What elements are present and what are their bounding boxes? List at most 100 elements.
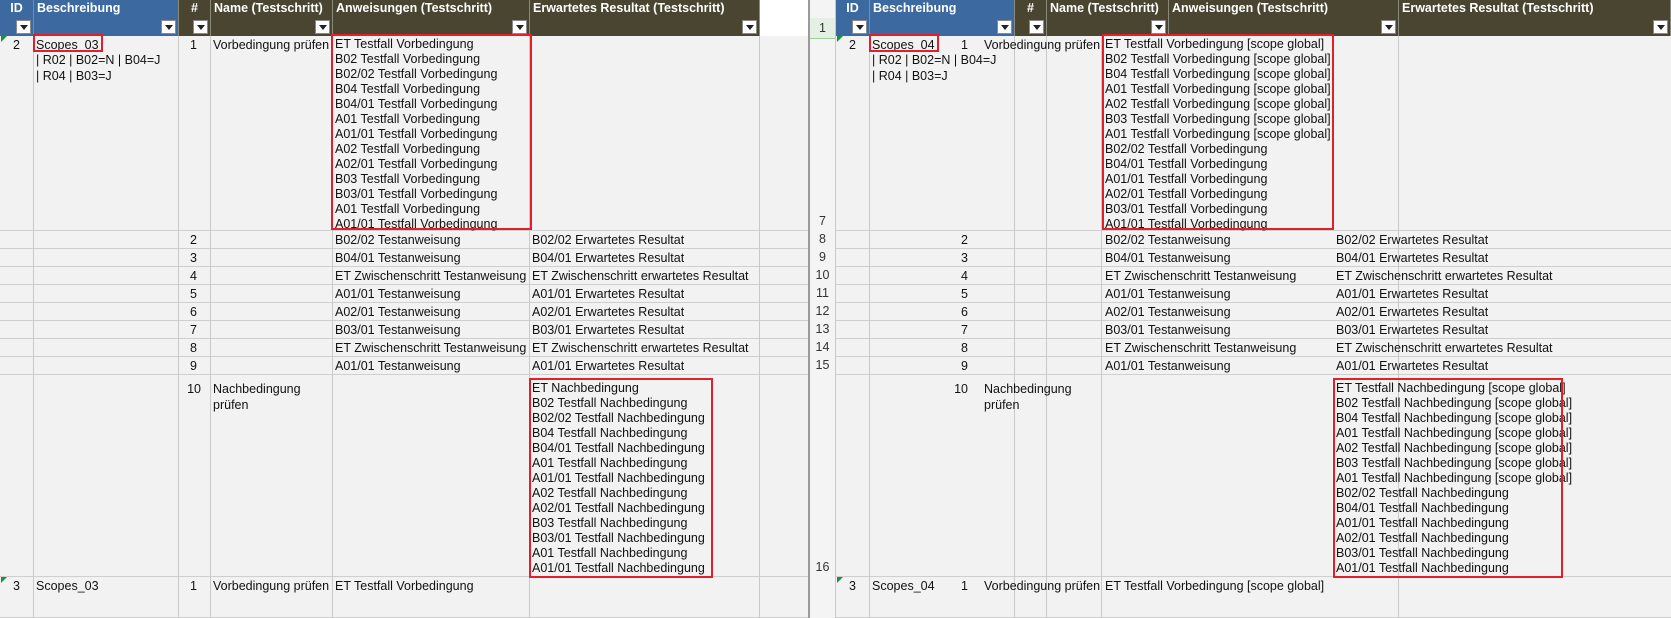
cell-expected-result[interactable]: ET Zwischenschritt erwartetes Resultat bbox=[1336, 268, 1553, 284]
cell-step-number[interactable]: 2 bbox=[179, 232, 197, 248]
cell-expected-result[interactable]: A01/01 Erwartetes Resultat bbox=[1336, 358, 1488, 374]
filter-dropdown-icon[interactable] bbox=[1029, 20, 1044, 34]
cell-instruction[interactable]: A01/01 Testanweisung bbox=[1105, 358, 1231, 374]
cell-step-number[interactable]: 8 bbox=[179, 340, 197, 356]
left-sheet-pane[interactable]: ID Beschreibung # Name (Testschritt) Anw… bbox=[0, 0, 808, 618]
cell-step-name[interactable]: Vorbedingung prüfen bbox=[213, 578, 329, 594]
cell-step-name[interactable]: Vorbedingung prüfen bbox=[984, 37, 1100, 53]
cell-step-number[interactable]: 6 bbox=[948, 304, 968, 320]
cell-expected-result[interactable]: A02/01 Erwartetes Resultat bbox=[1336, 304, 1488, 320]
cell-step-number[interactable]: 3 bbox=[948, 250, 968, 266]
row-number[interactable]: 14 bbox=[810, 340, 835, 354]
row-number[interactable]: 7 bbox=[810, 214, 835, 228]
cell-expected-result[interactable]: B04/01 Erwartetes Resultat bbox=[532, 250, 684, 266]
cell-instruction[interactable]: ET Zwischenschritt Testanweisung bbox=[335, 268, 526, 284]
cell-instruction[interactable]: ET Zwischenschritt Testanweisung bbox=[1105, 340, 1296, 356]
cell-step-number[interactable]: 8 bbox=[948, 340, 968, 356]
cell-step-number[interactable]: 5 bbox=[948, 286, 968, 302]
row-number[interactable]: 9 bbox=[810, 250, 835, 264]
cell-scope-name[interactable]: Scopes_04 bbox=[872, 578, 935, 594]
row-number[interactable]: 10 bbox=[810, 268, 835, 282]
filter-dropdown-icon[interactable] bbox=[16, 20, 31, 34]
filter-dropdown-icon[interactable] bbox=[852, 20, 867, 34]
cell-postconditions[interactable]: ET Testfall Nachbedingung [scope global]… bbox=[1336, 381, 1572, 576]
cell-instruction[interactable]: ET Testfall Vorbedingung bbox=[335, 578, 474, 594]
cell-step-number[interactable]: 5 bbox=[179, 286, 197, 302]
cell-instruction[interactable]: B03/01 Testanweisung bbox=[335, 322, 461, 338]
row-number[interactable]: 8 bbox=[810, 232, 835, 246]
filter-dropdown-icon[interactable] bbox=[193, 20, 208, 34]
filter-dropdown-icon[interactable] bbox=[1381, 20, 1396, 34]
cell-preconditions[interactable]: ET Testfall Vorbedingung B02 Testfall Vo… bbox=[335, 37, 497, 232]
cell-step-number[interactable]: 4 bbox=[948, 268, 968, 284]
filter-dropdown-icon[interactable] bbox=[161, 20, 176, 34]
cell-expected-result[interactable]: B03/01 Erwartetes Resultat bbox=[1336, 322, 1488, 338]
cell-instruction[interactable]: ET Zwischenschritt Testanweisung bbox=[1105, 268, 1296, 284]
cell-step-name[interactable]: Nachbedingung prüfen bbox=[213, 381, 301, 413]
cell-instruction[interactable]: ET Zwischenschritt Testanweisung bbox=[335, 340, 526, 356]
cell-id[interactable]: 2 bbox=[0, 37, 20, 53]
cell-expected-result[interactable]: ET Zwischenschritt erwartetes Resultat bbox=[532, 340, 749, 356]
cell-id[interactable]: 3 bbox=[836, 578, 856, 594]
cell-scope-name[interactable]: Scopes_03 bbox=[36, 578, 99, 594]
cell-description[interactable]: | R02 | B02=N | B04=J | R04 | B03=J bbox=[36, 52, 160, 84]
cell-instruction[interactable]: B02/02 Testanweisung bbox=[1105, 232, 1231, 248]
cell-expected-result[interactable]: ET Zwischenschritt erwartetes Resultat bbox=[1336, 340, 1553, 356]
right-sheet-pane[interactable]: ID Beschreibung # Name (Testschritt) Anw… bbox=[836, 0, 1671, 618]
cell-instruction[interactable]: B03/01 Testanweisung bbox=[1105, 322, 1231, 338]
cell-expected-result[interactable]: A01/01 Erwartetes Resultat bbox=[532, 358, 684, 374]
cell-expected-result[interactable]: B03/01 Erwartetes Resultat bbox=[532, 322, 684, 338]
cell-step-number[interactable]: 1 bbox=[948, 37, 968, 53]
row-number[interactable]: 15 bbox=[810, 358, 835, 372]
filter-dropdown-icon[interactable] bbox=[1653, 20, 1668, 34]
filter-dropdown-icon[interactable] bbox=[742, 20, 757, 34]
cell-step-number[interactable]: 2 bbox=[948, 232, 968, 248]
cell-step-number[interactable]: 7 bbox=[179, 322, 197, 338]
cell-postconditions[interactable]: ET Nachbedingung B02 Testfall Nachbeding… bbox=[532, 381, 705, 576]
filter-dropdown-icon[interactable] bbox=[512, 20, 527, 34]
cell-instruction[interactable]: A01/01 Testanweisung bbox=[335, 286, 461, 302]
cell-step-number[interactable]: 10 bbox=[179, 381, 201, 397]
cell-step-name[interactable]: Vorbedingung prüfen bbox=[984, 578, 1100, 594]
filter-dropdown-icon[interactable] bbox=[1151, 20, 1166, 34]
cell-description[interactable]: | R02 | B02=N | B04=J | R04 | B03=J bbox=[872, 52, 996, 84]
cell-expected-result[interactable]: B02/02 Erwartetes Resultat bbox=[532, 232, 684, 248]
cell-expected-result[interactable]: B04/01 Erwartetes Resultat bbox=[1336, 250, 1488, 266]
cell-scope-name[interactable]: Scopes_04 bbox=[872, 37, 935, 53]
cell-step-number[interactable]: 7 bbox=[948, 322, 968, 338]
cell-instruction[interactable]: B04/01 Testanweisung bbox=[1105, 250, 1231, 266]
filter-dropdown-icon[interactable] bbox=[997, 20, 1012, 34]
cell-instruction[interactable]: A02/01 Testanweisung bbox=[1105, 304, 1231, 320]
cell-scope-name[interactable]: Scopes_03 bbox=[36, 37, 99, 53]
cell-step-number[interactable]: 4 bbox=[179, 268, 197, 284]
cell-id[interactable]: 2 bbox=[836, 37, 856, 53]
cell-step-number[interactable]: 1 bbox=[179, 37, 197, 53]
row-number[interactable]: 11 bbox=[810, 286, 835, 300]
cell-expected-result[interactable]: A01/01 Erwartetes Resultat bbox=[1336, 286, 1488, 302]
row-number[interactable]: 12 bbox=[810, 304, 835, 318]
row-number[interactable]: 13 bbox=[810, 322, 835, 336]
cell-step-number[interactable]: 3 bbox=[179, 250, 197, 266]
cell-step-number[interactable]: 1 bbox=[948, 578, 968, 594]
cell-instruction[interactable]: B02/02 Testanweisung bbox=[335, 232, 461, 248]
cell-instruction[interactable]: A01/01 Testanweisung bbox=[335, 358, 461, 374]
cell-step-number[interactable]: 10 bbox=[948, 381, 968, 397]
cell-expected-result[interactable]: A01/01 Erwartetes Resultat bbox=[532, 286, 684, 302]
cell-expected-result[interactable]: ET Zwischenschritt erwartetes Resultat bbox=[532, 268, 749, 284]
cell-step-number[interactable]: 1 bbox=[179, 578, 197, 594]
cell-instruction[interactable]: A02/01 Testanweisung bbox=[335, 304, 461, 320]
cell-step-name[interactable]: Nachbedingung prüfen bbox=[984, 381, 1072, 413]
cell-expected-result[interactable]: B02/02 Erwartetes Resultat bbox=[1336, 232, 1488, 248]
cell-instruction[interactable]: B04/01 Testanweisung bbox=[335, 250, 461, 266]
row-number[interactable]: 1 bbox=[810, 18, 835, 39]
cell-id[interactable]: 3 bbox=[0, 578, 20, 594]
cell-step-number[interactable]: 9 bbox=[179, 358, 197, 374]
cell-instruction[interactable]: A01/01 Testanweisung bbox=[1105, 286, 1231, 302]
cell-instruction[interactable]: ET Testfall Vorbedingung [scope global] bbox=[1105, 578, 1324, 594]
cell-expected-result[interactable]: A02/01 Erwartetes Resultat bbox=[532, 304, 684, 320]
cell-step-number[interactable]: 9 bbox=[948, 358, 968, 374]
cell-preconditions[interactable]: ET Testfall Vorbedingung [scope global] … bbox=[1105, 37, 1331, 232]
cell-step-name[interactable]: Vorbedingung prüfen bbox=[213, 37, 329, 53]
cell-step-number[interactable]: 6 bbox=[179, 304, 197, 320]
filter-dropdown-icon[interactable] bbox=[315, 20, 330, 34]
